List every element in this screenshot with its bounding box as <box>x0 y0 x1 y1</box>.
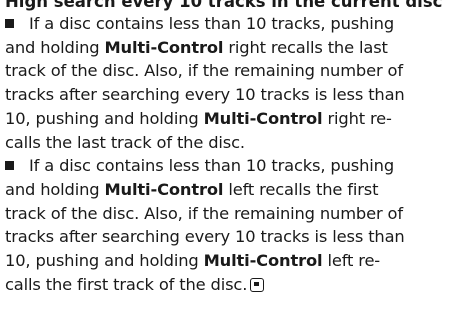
text-line: 10, pushing and holding Multi-Control ri… <box>5 107 460 131</box>
bullet-paragraph-left: If a disc contains less than 10 tracks, … <box>5 154 460 296</box>
text-fragment: right re- <box>322 108 392 128</box>
text-fragment: right recalls the last <box>223 37 388 57</box>
square-bullet-icon <box>5 19 14 28</box>
end-of-section-icon <box>250 277 265 292</box>
text-line: tracks after searching every 10 tracks i… <box>5 227 405 247</box>
control-name: Multi-Control <box>104 179 224 199</box>
control-name: Multi-Control <box>203 108 323 128</box>
text-line: and holding Multi-Control left recalls t… <box>5 178 460 202</box>
text-line: track of the disc. Also, if the remainin… <box>5 203 403 223</box>
text-fragment: left recalls the first <box>223 179 379 199</box>
text-line: 10, pushing and holding Multi-Control le… <box>5 249 460 273</box>
text-line: calls the last track of the disc. <box>5 132 245 152</box>
text-line: tracks after searching every 10 tracks i… <box>5 85 405 105</box>
text-fragment: and holding <box>5 179 105 199</box>
text-fragment: If a disc contains less than 10 tracks, … <box>29 14 395 33</box>
square-bullet-icon <box>5 161 14 171</box>
text-line: If a disc contains less than 10 tracks, … <box>5 12 460 36</box>
bullet-paragraph-right: If a disc contains less than 10 tracks, … <box>5 12 460 154</box>
text-fragment: and holding <box>5 37 105 57</box>
text-fragment: 10, pushing and holding <box>5 251 204 271</box>
text-fragment: left re- <box>322 251 381 271</box>
text-fragment: 10, pushing and holding <box>5 108 204 128</box>
text-line: calls the first track of the disc. <box>5 273 460 297</box>
section-heading: High search every 10 tracks in the curre… <box>5 0 443 11</box>
document-page: High search every 10 tracks in the curre… <box>5 0 460 296</box>
text-fragment: If a disc contains less than 10 tracks, … <box>29 156 395 176</box>
text-line: If a disc contains less than 10 tracks, … <box>5 154 460 178</box>
text-line: and holding Multi-Control right recalls … <box>5 36 460 60</box>
control-name: Multi-Control <box>203 251 323 271</box>
text-line: track of the disc. Also, if the remainin… <box>5 61 403 81</box>
text-fragment: calls the first track of the disc. <box>5 274 248 294</box>
control-name: Multi-Control <box>104 37 224 57</box>
